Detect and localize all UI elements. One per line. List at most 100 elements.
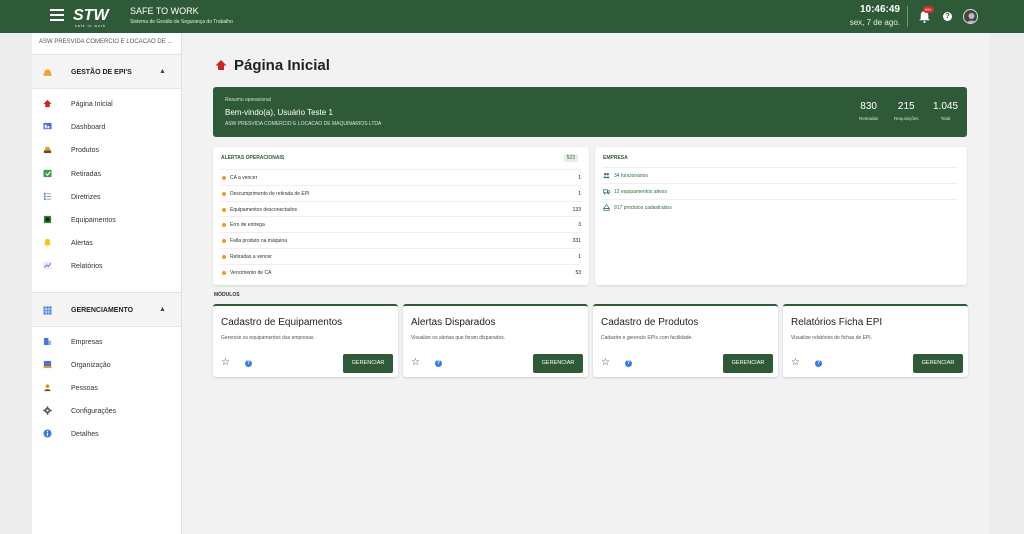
alert-row[interactable]: Equipamentos desconectados 133 [220,201,582,217]
brand-logo[interactable]: STW safe to work [72,4,122,29]
module-title: Alertas Disparados [411,317,496,328]
chevron-up-icon[interactable]: ▲ [159,68,166,75]
help-icon[interactable]: ? [625,360,632,367]
chevron-up-icon[interactable]: ▲ [159,306,166,313]
module-card-cadastro-produtos: Cadastro de Produtos Cadastre e gerencie… [593,304,778,377]
module-title: Cadastro de Produtos [601,317,699,328]
alert-label: Vencimento de CA [230,270,272,276]
alert-row[interactable]: CA a vencer 1 [220,169,582,185]
sidebar-item-relatorios[interactable]: Relatórios [32,255,181,278]
alert-label: Retiradas a vencer [230,254,272,260]
favorite-star-icon[interactable]: ☆ [791,358,800,368]
section-gestao-epis[interactable]: GESTÃO DE EPI'S ▲ [32,55,181,89]
help-icon[interactable]: ? [435,360,442,367]
help-icon[interactable]: ? [943,12,952,21]
notification-badge: 99+ [923,6,934,13]
products-icon [43,147,52,154]
manage-button[interactable]: GERENCIAR [343,354,393,373]
companies-icon [43,337,52,345]
favorite-star-icon[interactable]: ☆ [601,358,610,368]
alert-dot-icon [222,239,226,243]
stat-retiradas: 830 Retiradas [859,101,878,121]
sidebar-item-diretrizes[interactable]: Diretrizes [32,186,181,209]
company-info-text: 917 produtos cadastrados [614,205,672,211]
sidebar-item-dashboard[interactable]: Dashboard [32,116,181,139]
alert-row[interactable]: Vencimento de CA 53 [220,264,582,280]
sidebar-item-label: Alertas [71,240,93,248]
right-gutter [990,33,1024,534]
svg-text:safe to work: safe to work [75,24,106,28]
manage-button[interactable]: GERENCIAR [533,354,583,373]
sidebar-item-label: Relatórios [71,263,103,271]
help-icon[interactable]: ? [815,360,822,367]
alert-value: 1 [578,191,581,197]
modules-section-label: MÓDULOS [214,292,240,298]
alerts-total-badge: 523 [563,154,578,162]
sidebar-item-pagina-inicial[interactable]: Página Inicial [32,93,181,116]
favorite-star-icon[interactable]: ☆ [221,358,230,368]
alert-value: 133 [572,207,581,213]
alert-row[interactable]: Descumprimento de retirada de EPI 1 [220,185,582,201]
avatar[interactable] [963,9,978,24]
manage-button[interactable]: GERENCIAR [723,354,773,373]
stat-requisicoes: 215 Requisições [894,101,919,121]
alert-dot-icon [222,192,226,196]
company-selector[interactable]: ASW PRESVIDA COMERCIO E LOCACAO DE ... [32,33,181,55]
alert-row[interactable]: Erro de entrega 3 [220,216,582,232]
company-card: EMPRESA 34 funcionários 12 equipamentos … [595,147,967,285]
module-description: Visualize relatórios de fichas de EPI. [791,335,873,341]
sidebar-item-produtos[interactable]: Produtos [32,139,181,162]
alert-value: 53 [575,270,581,276]
alert-value: 3 [578,222,581,228]
truck-icon [603,189,610,195]
sidebar-item-organizacao[interactable]: Organização [32,354,181,377]
sidebar-item-label: Empresas [71,338,103,346]
stat-value: 830 [860,101,877,112]
alert-label: Equipamentos desconectados [230,207,297,213]
alerts-card: ALERTAS OPERACIONAIS 523 CA a vencer 1 De… [213,147,589,285]
sidebar-item-label: Produtos [71,147,100,155]
overview-banner: Resumo operacional Bem-vindo(a), Usuário… [213,87,967,137]
organization-icon [43,360,52,368]
bell-icon [43,239,52,248]
sidebar-item-alertas[interactable]: Alertas [32,232,181,255]
sidebar-item-pessoas[interactable]: Pessoas [32,377,181,400]
menu-icon[interactable] [50,9,64,23]
alert-row[interactable]: Retiradas a vencer 1 [220,248,582,264]
stat-value: 1.045 [933,101,959,112]
guidelines-icon [43,192,52,200]
home-icon [43,99,52,108]
sidebar-item-label: Retiradas [71,170,101,178]
alert-value: 331 [572,238,581,244]
favorite-star-icon[interactable]: ☆ [411,358,420,368]
settings-icon [43,406,52,415]
equipment-icon [43,215,52,224]
manage-button[interactable]: GERENCIAR [913,354,963,373]
sidebar-item-label: Dashboard [71,124,106,132]
sidebar-item-configuracoes[interactable]: Configurações [32,400,181,423]
company-info-row: 12 equipamentos ativos [602,183,958,199]
stat-value: 215 [897,101,915,112]
svg-text:STW: STW [73,7,110,24]
box-icon [603,204,610,211]
sidebar-item-detalhes[interactable]: Detalhes [32,423,181,446]
section-gerenciamento[interactable]: GERENCIAMENTO ▲ [32,292,181,327]
clock: 10:46:49 sex, 7 de ago. [850,4,900,27]
alert-dot-icon [222,208,226,212]
alert-row[interactable]: Falta produto na máquina 331 [220,232,582,248]
people-icon [44,384,51,391]
sidebar-item-retiradas[interactable]: Retiradas [32,163,181,186]
stat-label: Retiradas [859,116,879,121]
sidebar-item-empresas[interactable]: Empresas [32,331,181,354]
stat-label: Total [940,116,951,121]
alert-label: CA a vencer [230,175,258,181]
module-description: Cadastre e gerencie EPIs com facilidade. [601,335,693,341]
info-icon [43,429,52,438]
help-icon[interactable]: ? [245,360,252,367]
alert-dot-icon [222,255,226,259]
module-description: Visualize os alertas que foram disparado… [411,335,506,341]
sidebar-item-label: Configurações [71,408,117,416]
sidebar-item-equipamentos[interactable]: Equipamentos [32,209,181,232]
home-icon [215,60,227,70]
section-title: GERENCIAMENTO [71,306,134,314]
